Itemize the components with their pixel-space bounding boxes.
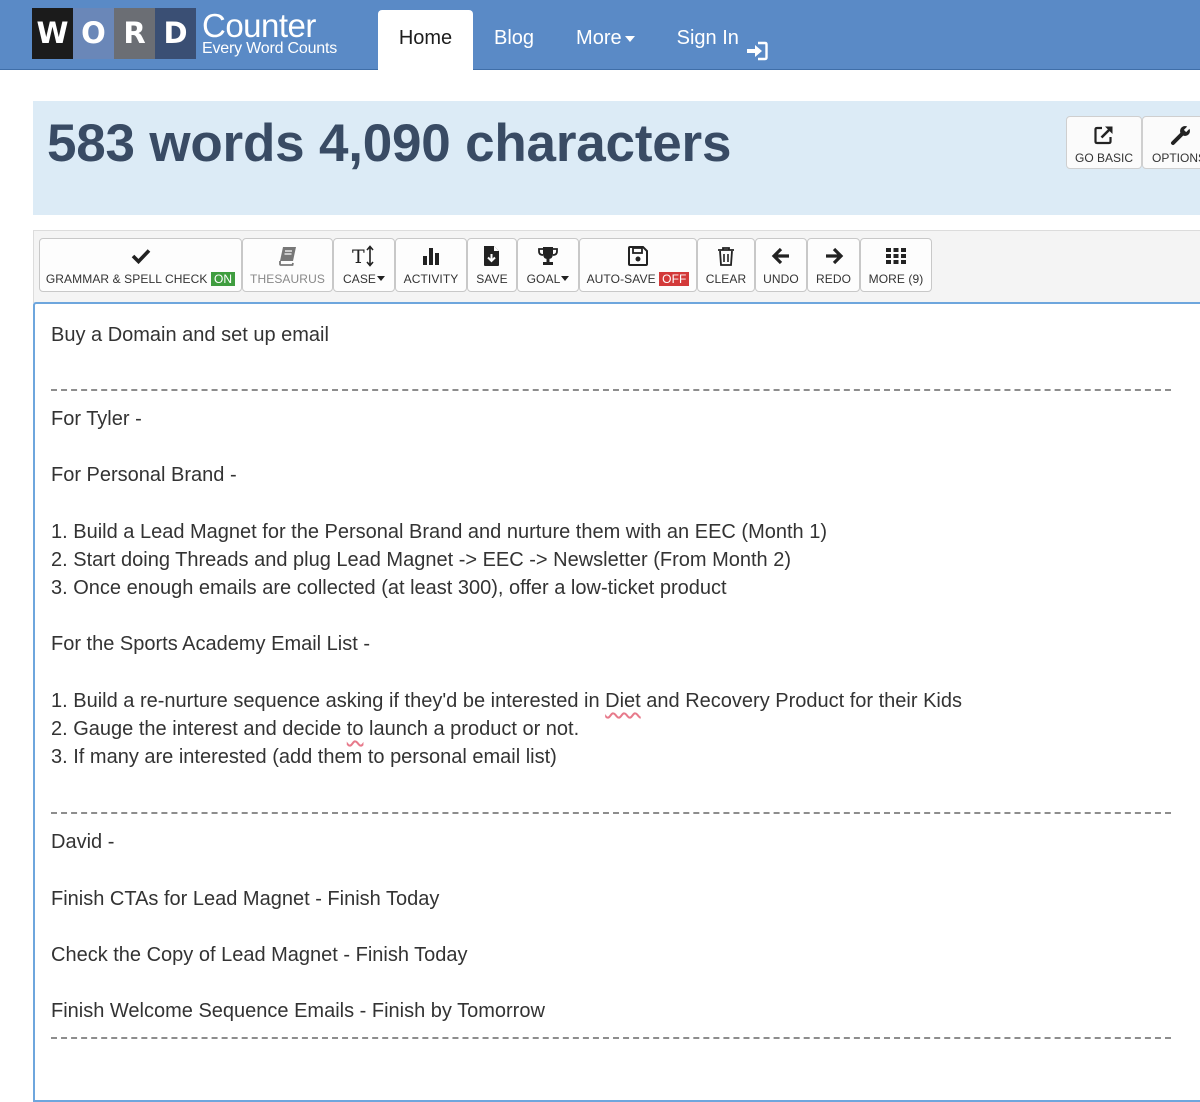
grammar-label: GRAMMAR & SPELL CHECK	[45, 272, 208, 286]
main-nav: Home Blog More Sign In	[378, 10, 789, 70]
nav-more-dropdown[interactable]: More	[555, 10, 656, 70]
dashed-divider	[51, 1037, 1171, 1039]
dashed-divider	[51, 389, 1171, 391]
nav-sign-in-label: Sign In	[676, 27, 739, 49]
arrow-right-icon	[808, 245, 859, 267]
thesaurus-label: THESAURUS	[250, 272, 325, 286]
file-download-icon	[468, 245, 516, 267]
goal-label: GOAL	[526, 272, 561, 286]
caret-down-icon	[561, 276, 570, 281]
sign-in-icon	[746, 27, 768, 84]
logo-wordmark[interactable]: Counter Every Word Counts	[202, 9, 337, 57]
grammar-status-badge: ON	[210, 272, 236, 286]
top-navbar: W O R D Counter Every Word Counts Home B…	[0, 0, 1200, 70]
clear-label: CLEAR	[705, 272, 747, 286]
case-label: CASE	[342, 272, 377, 286]
editor-text: launch a product or not.	[363, 718, 580, 740]
editor-line: David -	[51, 831, 115, 853]
editor-text: 1. Build a re-nurture sequence asking if…	[51, 690, 606, 712]
undo-label: UNDO	[763, 272, 799, 286]
editor-line: For Personal Brand -	[51, 464, 237, 486]
checkmark-icon	[40, 245, 241, 267]
book-icon	[243, 245, 332, 267]
logo-letter-w: W	[32, 8, 73, 59]
more-tools-label: MORE (9)	[868, 272, 924, 286]
undo-button[interactable]: UNDO	[755, 238, 807, 292]
logo-letter-o: O	[73, 8, 114, 59]
nav-home-label: Home	[398, 27, 453, 49]
clear-button[interactable]: CLEAR	[697, 238, 755, 292]
redo-label: REDO	[815, 272, 852, 286]
editor-line: 2. Start doing Threads and plug Lead Mag…	[51, 549, 791, 571]
caret-down-icon	[377, 276, 386, 281]
text-editor[interactable]: Buy a Domain and set up email For Tyler …	[33, 302, 1200, 1102]
spelling-flag[interactable]: to	[347, 718, 364, 740]
goal-dropdown-button[interactable]: GOAL	[517, 238, 579, 292]
go-basic-label: GO BASIC	[1074, 151, 1133, 165]
caret-down-icon	[624, 36, 635, 42]
editor-line: 3. Once enough emails are collected (at …	[51, 577, 727, 599]
editor-line: Finish CTAs for Lead Magnet - Finish Tod…	[51, 888, 440, 910]
case-dropdown-button[interactable]: T CASE	[333, 238, 395, 292]
save-button[interactable]: SAVE	[467, 238, 517, 292]
activity-button[interactable]: ACTIVITY	[395, 238, 467, 292]
auto-save-button[interactable]: AUTO-SAVE OFF	[579, 238, 697, 292]
editor-line: 1. Build a re-nurture sequence asking if…	[51, 687, 962, 715]
redo-button[interactable]: REDO	[807, 238, 860, 292]
editor-toolbar: GRAMMAR & SPELL CHECK ON THESAURUS T CAS…	[33, 230, 1200, 303]
bar-chart-icon	[396, 245, 466, 267]
options-button[interactable]: OPTIONS	[1142, 116, 1200, 169]
arrow-left-icon	[756, 245, 806, 267]
editor-line: Buy a Domain and set up email	[51, 324, 329, 346]
auto-save-status-badge: OFF	[659, 272, 690, 286]
editor-line: 1. Build a Lead Magnet for the Personal …	[51, 521, 827, 543]
editor-line: 2. Gauge the interest and decide to laun…	[51, 715, 579, 743]
site-logo[interactable]: W O R D	[32, 8, 196, 59]
editor-line: For Tyler -	[51, 408, 142, 430]
trash-icon	[698, 245, 754, 267]
editor-line: Check the Copy of Lead Magnet - Finish T…	[51, 944, 468, 966]
nav-more-label: More	[576, 27, 622, 49]
thesaurus-button[interactable]: THESAURUS	[242, 238, 333, 292]
editor-text: and Recovery Product for their Kids	[640, 690, 962, 712]
logo-tagline: Every Word Counts	[202, 40, 338, 57]
more-tools-button[interactable]: MORE (9)	[860, 238, 932, 292]
logo-counter-text: Counter	[202, 7, 316, 44]
svg-text:T: T	[352, 246, 365, 267]
editor-line: 3. If many are interested (add them to p…	[51, 746, 557, 768]
nav-blog-label: Blog	[494, 27, 535, 49]
logo-letter-d: D	[155, 8, 196, 59]
nav-home[interactable]: Home	[378, 10, 473, 70]
activity-label: ACTIVITY	[403, 272, 459, 286]
trophy-icon	[518, 245, 578, 267]
save-label: SAVE	[476, 272, 508, 286]
grammar-spell-check-button[interactable]: GRAMMAR & SPELL CHECK ON	[39, 238, 242, 292]
nav-sign-in[interactable]: Sign In	[656, 10, 789, 70]
external-link-icon	[1067, 124, 1141, 148]
counter-panel: 583 words 4,090 characters GO BASIC OPTI…	[33, 101, 1200, 215]
text-height-icon: T	[334, 245, 394, 267]
wrench-icon	[1152, 124, 1200, 148]
editor-line: Finish Welcome Sequence Emails - Finish …	[51, 1000, 545, 1022]
options-label: OPTIONS	[1152, 151, 1200, 165]
go-basic-button[interactable]: GO BASIC	[1066, 116, 1142, 169]
logo-letter-r: R	[114, 8, 155, 59]
dashed-divider	[51, 812, 1171, 814]
editor-line: For the Sports Academy Email List -	[51, 633, 371, 655]
auto-save-label: AUTO-SAVE	[586, 272, 656, 286]
spelling-flag[interactable]: Diet	[605, 690, 641, 712]
editor-text: 2. Gauge the interest and decide	[51, 718, 347, 740]
nav-blog[interactable]: Blog	[473, 10, 555, 70]
word-character-count: 583 words 4,090 characters	[47, 114, 732, 173]
grid-icon	[861, 245, 931, 267]
floppy-disk-icon	[580, 245, 696, 267]
